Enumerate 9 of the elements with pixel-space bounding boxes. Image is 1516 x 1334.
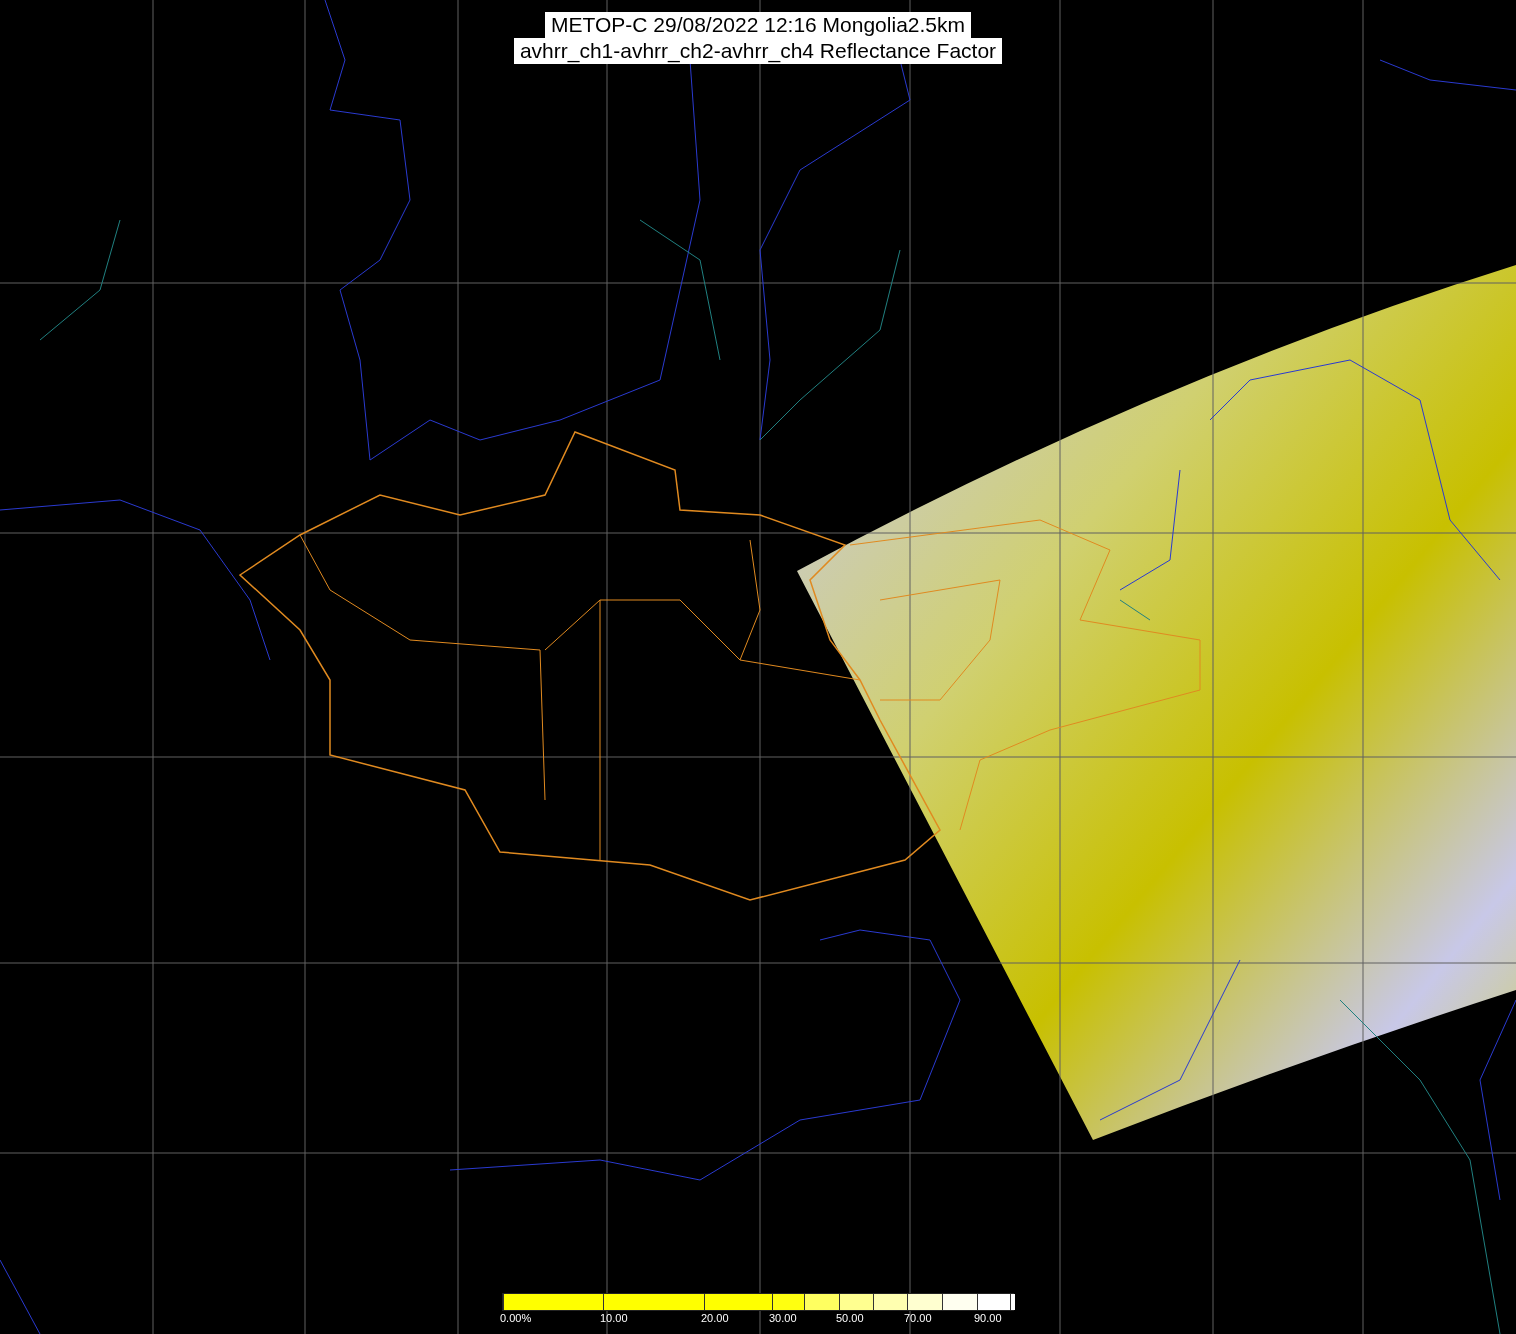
scale-label: 0.00% [500, 1312, 532, 1324]
scale-label: 20.00 [701, 1312, 729, 1324]
map-title: METOP-C 29/08/2022 12:16 Mongolia2.5km [545, 12, 971, 38]
map-title: avhrr_ch1-avhrr_ch2-avhrr_ch4 Reflectance Factor [513, 38, 1003, 64]
scale-label: 30.00 [769, 1312, 797, 1324]
scale-label: 50.00 [836, 1312, 864, 1324]
scale-label: 90.00 [974, 1312, 1002, 1324]
scale-label: 70.00 [904, 1312, 932, 1324]
scale-label: 10.00 [600, 1312, 628, 1324]
